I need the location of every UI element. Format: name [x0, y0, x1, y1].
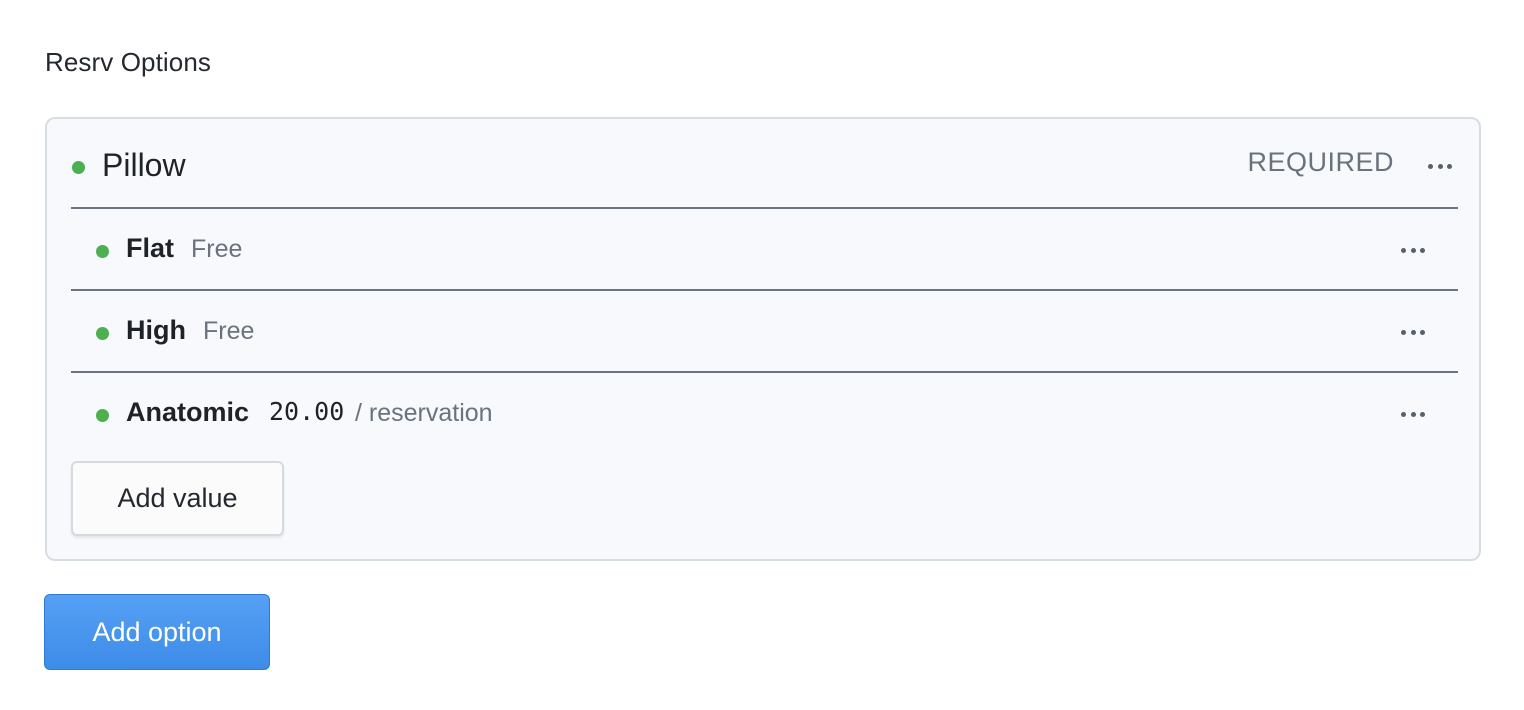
value-price: Free	[191, 235, 243, 263]
value-row-anatomic: Anatomic 20.00 / reservation	[71, 373, 1458, 455]
status-dot-icon	[72, 161, 85, 174]
value-more-icon[interactable]	[1396, 238, 1430, 262]
value-unit: / reservation	[355, 399, 493, 427]
status-dot-icon	[96, 409, 109, 422]
value-row-high: High Free	[71, 291, 1458, 373]
status-dot-icon	[96, 245, 109, 258]
status-dot-icon	[96, 327, 109, 340]
option-more-icon[interactable]	[1423, 154, 1457, 178]
option-card: Pillow REQUIRED Flat Free High Free Anat…	[45, 117, 1481, 561]
value-price: Free	[203, 317, 255, 345]
section-title: Resrv Options	[45, 47, 212, 77]
value-more-icon[interactable]	[1396, 320, 1430, 344]
value-amount: 20.00	[269, 397, 345, 426]
required-badge: REQUIRED	[1247, 147, 1394, 177]
add-value-button[interactable]: Add value	[71, 461, 284, 536]
value-name: High	[126, 315, 186, 345]
value-row-flat: Flat Free	[71, 209, 1458, 291]
value-more-icon[interactable]	[1396, 402, 1430, 426]
add-option-button[interactable]: Add option	[44, 594, 270, 670]
value-name: Anatomic	[126, 397, 250, 427]
value-name: Flat	[126, 233, 175, 263]
option-header: Pillow REQUIRED	[71, 119, 1458, 209]
option-name: Pillow	[102, 147, 186, 183]
